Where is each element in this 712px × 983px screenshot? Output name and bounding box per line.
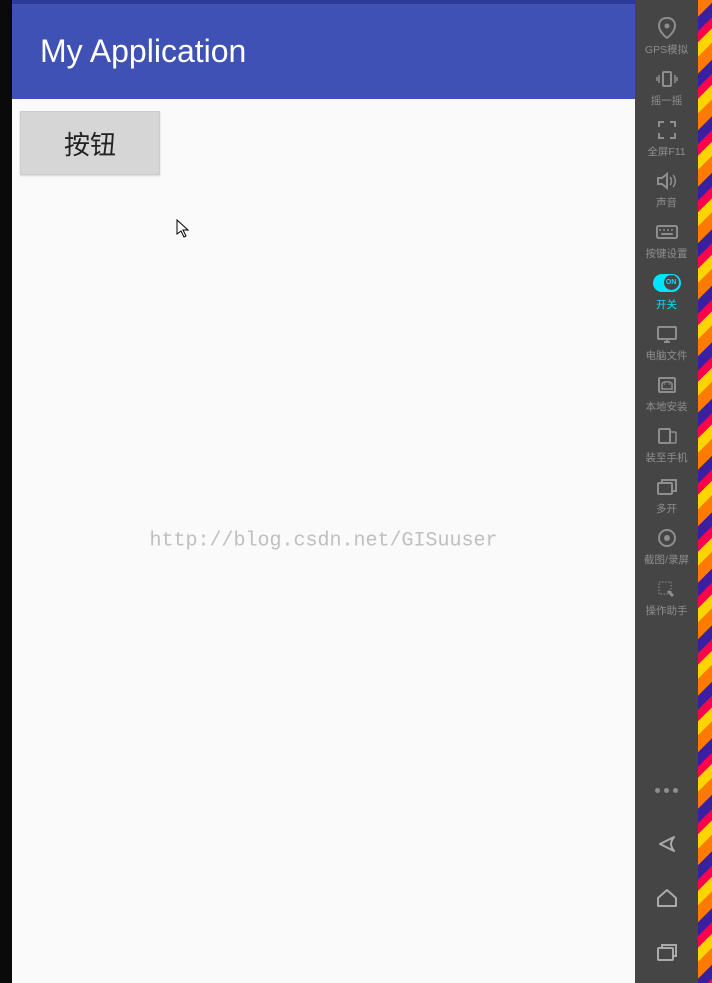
sidebar-item-label: 截图/录屏: [644, 552, 689, 567]
left-edge: [0, 0, 12, 983]
sidebar-item-label: 按键设置: [646, 246, 688, 261]
right-edge-stripe: [698, 0, 712, 983]
emulator-screen: My Application 按钮 http://blog.csdn.net/G…: [12, 0, 635, 983]
sidebar-item-fullscreen[interactable]: 全屏F11: [635, 110, 698, 161]
app-title: My Application: [40, 33, 246, 70]
record-icon: [653, 526, 681, 550]
sidebar-item-label: 多开: [656, 501, 677, 516]
sidebar-item-gps[interactable]: GPS模拟: [635, 8, 698, 59]
sidebar-item-shake[interactable]: 摇一摇: [635, 59, 698, 110]
back-icon: [654, 833, 680, 855]
recent-apps-icon: [655, 941, 679, 963]
more-dots-icon: [655, 788, 678, 793]
sidebar-item-switch[interactable]: 开关: [635, 263, 698, 314]
sidebar-item-label: 摇一摇: [651, 93, 683, 108]
home-icon: [655, 887, 679, 909]
emulator-sidebar: GPS模拟 摇一摇 全屏F11 声音 按键设置 开关 电脑文件: [635, 0, 698, 983]
app-bar: My Application: [12, 4, 635, 99]
monitor-icon: [653, 322, 681, 346]
main-button[interactable]: 按钮: [20, 111, 160, 175]
sidebar-item-sound[interactable]: 声音: [635, 161, 698, 212]
mouse-cursor-icon: [176, 219, 190, 239]
android-back-button[interactable]: [635, 817, 698, 871]
android-recent-button[interactable]: [635, 925, 698, 979]
sound-icon: [653, 169, 681, 193]
sidebar-item-tophone[interactable]: 装至手机: [635, 416, 698, 467]
keyboard-icon: [653, 220, 681, 244]
assist-icon: [653, 577, 681, 601]
sidebar-more-button[interactable]: [635, 763, 698, 817]
sidebar-item-label: 装至手机: [646, 450, 688, 465]
sidebar-item-label: 开关: [656, 297, 677, 312]
sidebar-item-label: 操作助手: [646, 603, 688, 618]
sidebar-item-keymap[interactable]: 按键设置: [635, 212, 698, 263]
fullscreen-icon: [653, 118, 681, 142]
sidebar-item-label: 声音: [656, 195, 677, 210]
sidebar-item-localinstall[interactable]: 本地安装: [635, 365, 698, 416]
watermark: http://blog.csdn.net/GISuuser: [149, 530, 497, 553]
sidebar-item-assist[interactable]: 操作助手: [635, 569, 698, 620]
sidebar-item-label: 全屏F11: [647, 144, 685, 159]
android-home-button[interactable]: [635, 871, 698, 925]
sidebar-item-multi[interactable]: 多开: [635, 467, 698, 518]
location-pin-icon: [653, 16, 681, 40]
toggle-on-icon: [653, 271, 681, 295]
sidebar-item-label: 电脑文件: [646, 348, 688, 363]
send-to-phone-icon: [653, 424, 681, 448]
sidebar-item-label: 本地安装: [646, 399, 688, 414]
multi-window-icon: [653, 475, 681, 499]
android-icon: [653, 373, 681, 397]
sidebar-item-capture[interactable]: 截图/录屏: [635, 518, 698, 569]
sidebar-item-pcfile[interactable]: 电脑文件: [635, 314, 698, 365]
content-area: 按钮 http://blog.csdn.net/GISuuser: [12, 99, 635, 983]
shake-icon: [653, 67, 681, 91]
sidebar-item-label: GPS模拟: [645, 42, 688, 57]
